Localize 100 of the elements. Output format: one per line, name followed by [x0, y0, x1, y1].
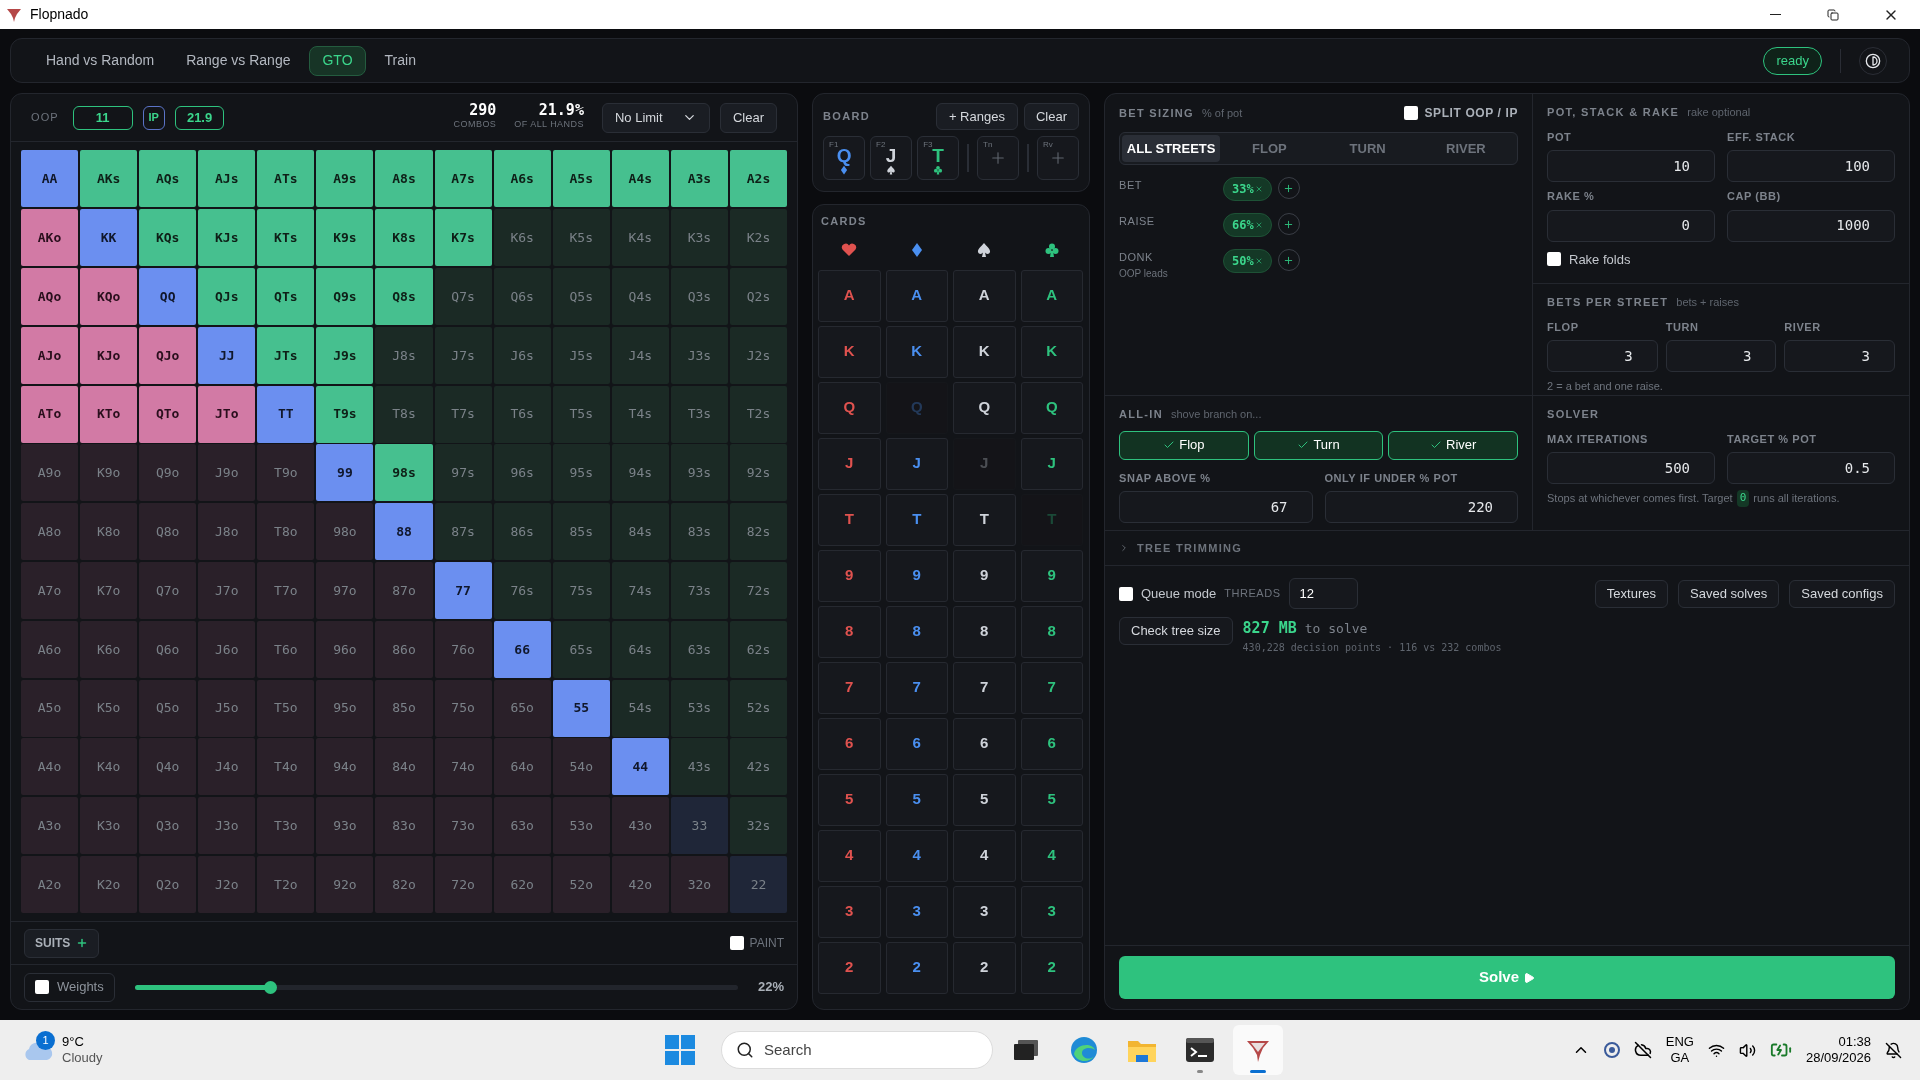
hand-cell[interactable]: K9o — [80, 444, 138, 502]
hand-cell[interactable]: 87o — [375, 561, 433, 619]
hand-cell[interactable]: K7o — [80, 561, 138, 619]
hand-cell[interactable]: A8s — [375, 150, 433, 208]
hand-cell[interactable]: QTo — [139, 385, 197, 443]
hand-cell[interactable]: 43o — [611, 797, 669, 855]
card-button[interactable]: K — [1020, 325, 1083, 378]
hand-cell[interactable]: 98s — [375, 444, 433, 502]
hand-cell[interactable]: 92o — [316, 855, 374, 913]
number-field[interactable]: 220 — [1324, 491, 1518, 523]
card-button[interactable]: T — [818, 493, 881, 546]
hand-cell[interactable]: Q5s — [552, 267, 610, 325]
card-button[interactable]: 2 — [885, 941, 948, 994]
card-button[interactable]: K — [953, 325, 1016, 378]
hand-cell[interactable]: KQs — [139, 209, 197, 267]
hand-cell[interactable]: 92s — [729, 444, 787, 502]
hand-cell[interactable]: 75o — [434, 679, 492, 737]
card-button[interactable]: 7 — [885, 661, 948, 714]
hand-cell[interactable]: Q6o — [139, 620, 197, 678]
card-button[interactable]: 8 — [885, 605, 948, 658]
threads-field[interactable]: 12 — [1288, 578, 1358, 609]
hand-cell[interactable]: 43s — [670, 738, 728, 796]
limit-select[interactable]: No Limit — [601, 102, 710, 133]
hand-cell[interactable]: Q5o — [139, 679, 197, 737]
hand-cell[interactable]: 85o — [375, 679, 433, 737]
hand-cell[interactable]: T9o — [257, 444, 315, 502]
card-button[interactable]: 5 — [818, 773, 881, 826]
mode-tab[interactable]: Range vs Range — [173, 45, 304, 76]
slider-thumb[interactable] — [264, 980, 278, 994]
hand-cell[interactable]: TT — [257, 385, 315, 443]
hand-cell[interactable]: ATs — [257, 150, 315, 208]
clear-board-button[interactable]: Clear — [1023, 103, 1079, 130]
check-tree-size-button[interactable]: Check tree size — [1119, 617, 1233, 645]
hand-cell[interactable]: T2o — [257, 855, 315, 913]
ip-badge[interactable]: IP — [142, 105, 165, 130]
language-label[interactable]: ENG — [1665, 1033, 1694, 1050]
card-button[interactable]: 2 — [953, 941, 1016, 994]
street-tab[interactable]: RIVER — [1416, 135, 1515, 162]
hand-cell[interactable]: 66 — [493, 620, 551, 678]
hand-cell[interactable]: 74s — [611, 561, 669, 619]
hand-cell[interactable]: AJs — [198, 150, 256, 208]
hand-cell[interactable]: Q6s — [493, 267, 551, 325]
number-field[interactable]: 1000 — [1727, 209, 1895, 242]
hand-cell[interactable]: 52s — [729, 679, 787, 737]
hand-cell[interactable]: Q4o — [139, 738, 197, 796]
card-button[interactable]: K — [885, 325, 948, 378]
hand-cell[interactable]: 62o — [493, 855, 551, 913]
hand-cell[interactable]: Q8o — [139, 503, 197, 561]
number-field[interactable]: 3 — [1547, 340, 1658, 372]
hand-cell[interactable]: JTo — [198, 385, 256, 443]
hand-cell[interactable]: 98o — [316, 503, 374, 561]
size-chip[interactable]: 33% — [1223, 177, 1272, 201]
number-field[interactable]: 3 — [1665, 340, 1777, 372]
hand-cell[interactable]: T6o — [257, 620, 315, 678]
paint-checkbox[interactable] — [729, 936, 744, 951]
hand-cell[interactable]: 63s — [670, 620, 728, 678]
hand-cell[interactable]: 52o — [552, 855, 610, 913]
number-field[interactable]: 0.5 — [1727, 452, 1895, 484]
suits-button[interactable]: SUITS — [24, 928, 100, 958]
card-button[interactable]: 7 — [1020, 661, 1083, 714]
hand-cell[interactable]: 44 — [611, 738, 669, 796]
hand-cell[interactable]: 88 — [375, 503, 433, 561]
hand-cell[interactable]: A8o — [21, 503, 79, 561]
card-button[interactable]: 3 — [1020, 885, 1083, 938]
hand-cell[interactable]: 97s — [434, 444, 492, 502]
card-button[interactable]: 7 — [818, 661, 881, 714]
hand-cell[interactable]: 83s — [670, 503, 728, 561]
hand-cell[interactable]: T8s — [375, 385, 433, 443]
hand-cell[interactable]: A3s — [670, 150, 728, 208]
hand-cell[interactable]: Q4s — [611, 267, 669, 325]
hand-cell[interactable]: 96o — [316, 620, 374, 678]
hand-cell[interactable]: J3o — [198, 797, 256, 855]
hand-cell[interactable]: JJ — [198, 326, 256, 384]
hand-cell[interactable]: 53o — [552, 797, 610, 855]
hand-cell[interactable]: J7o — [198, 561, 256, 619]
hand-cell[interactable]: AKs — [80, 150, 138, 208]
checkbox[interactable] — [1119, 586, 1133, 601]
hand-cell[interactable]: 93o — [316, 797, 374, 855]
hand-cell[interactable]: 65s — [552, 620, 610, 678]
hand-cell[interactable]: J5s — [552, 326, 610, 384]
street-toggle[interactable]: River — [1388, 430, 1518, 460]
hand-cell[interactable]: 75s — [552, 561, 610, 619]
hand-cell[interactable]: 95o — [316, 679, 374, 737]
card-button[interactable]: 3 — [953, 885, 1016, 938]
hand-cell[interactable]: 76o — [434, 620, 492, 678]
ranges-button[interactable]: + Ranges — [935, 103, 1018, 130]
card-button[interactable]: 3 — [885, 885, 948, 938]
hand-cell[interactable]: QJo — [139, 326, 197, 384]
hand-cell[interactable]: KJo — [80, 326, 138, 384]
street-tab[interactable]: ALL STREETS — [1122, 135, 1221, 162]
hand-cell[interactable]: K2s — [729, 209, 787, 267]
card-button[interactable]: 4 — [953, 829, 1016, 882]
hand-cell[interactable]: 55 — [552, 679, 610, 737]
hand-cell[interactable]: A5s — [552, 150, 610, 208]
weight-slider[interactable] — [134, 980, 738, 995]
hand-cell[interactable]: K6o — [80, 620, 138, 678]
hand-cell[interactable]: 84s — [611, 503, 669, 561]
card-button[interactable]: 9 — [885, 549, 948, 602]
hand-cell[interactable]: 73s — [670, 561, 728, 619]
hand-cell[interactable]: T4s — [611, 385, 669, 443]
